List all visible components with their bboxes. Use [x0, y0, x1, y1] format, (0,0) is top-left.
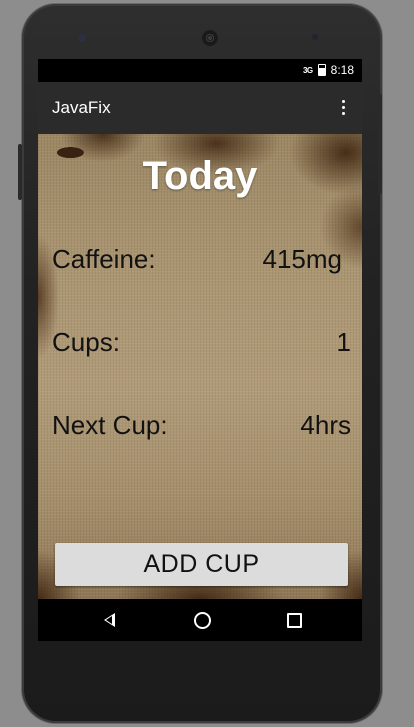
signal-icon: 3G	[302, 65, 313, 75]
app-title: JavaFix	[52, 98, 111, 117]
home-icon[interactable]	[194, 612, 211, 629]
status-bar: 3G 8:18	[38, 59, 362, 82]
app-bar: JavaFix	[38, 82, 362, 134]
caffeine-value: 415mg	[262, 244, 343, 274]
next-cup-label: Next Cup:	[52, 410, 168, 440]
add-cup-button[interactable]: ADD CUP	[55, 543, 348, 586]
status-time: 8:18	[330, 63, 354, 77]
device-screen: 3G 8:18 JavaFix Today Caffeine: 415mg Cu…	[38, 59, 362, 641]
recents-icon[interactable]	[287, 613, 302, 628]
back-icon[interactable]	[104, 613, 115, 627]
cups-label: Cups:	[52, 327, 120, 357]
cups-value: 1	[336, 327, 351, 357]
speaker-grille	[202, 30, 218, 46]
coffee-background: Today Caffeine: 415mg Cups: 1 Next Cup: …	[38, 134, 362, 599]
page-title: Today	[142, 154, 258, 198]
more-vert-icon[interactable]	[332, 95, 354, 119]
emulator-background: 3G 8:18 JavaFix Today Caffeine: 415mg Cu…	[0, 0, 414, 727]
front-camera-icon	[78, 34, 86, 42]
phone-frame: 3G 8:18 JavaFix Today Caffeine: 415mg Cu…	[18, 4, 382, 723]
volume-button	[378, 94, 382, 194]
caffeine-label: Caffeine:	[52, 244, 156, 274]
navigation-bar	[38, 599, 362, 641]
side-button	[18, 144, 22, 200]
sensor-icon	[312, 34, 318, 40]
next-cup-value: 4hrs	[300, 410, 351, 440]
battery-icon	[317, 64, 326, 76]
